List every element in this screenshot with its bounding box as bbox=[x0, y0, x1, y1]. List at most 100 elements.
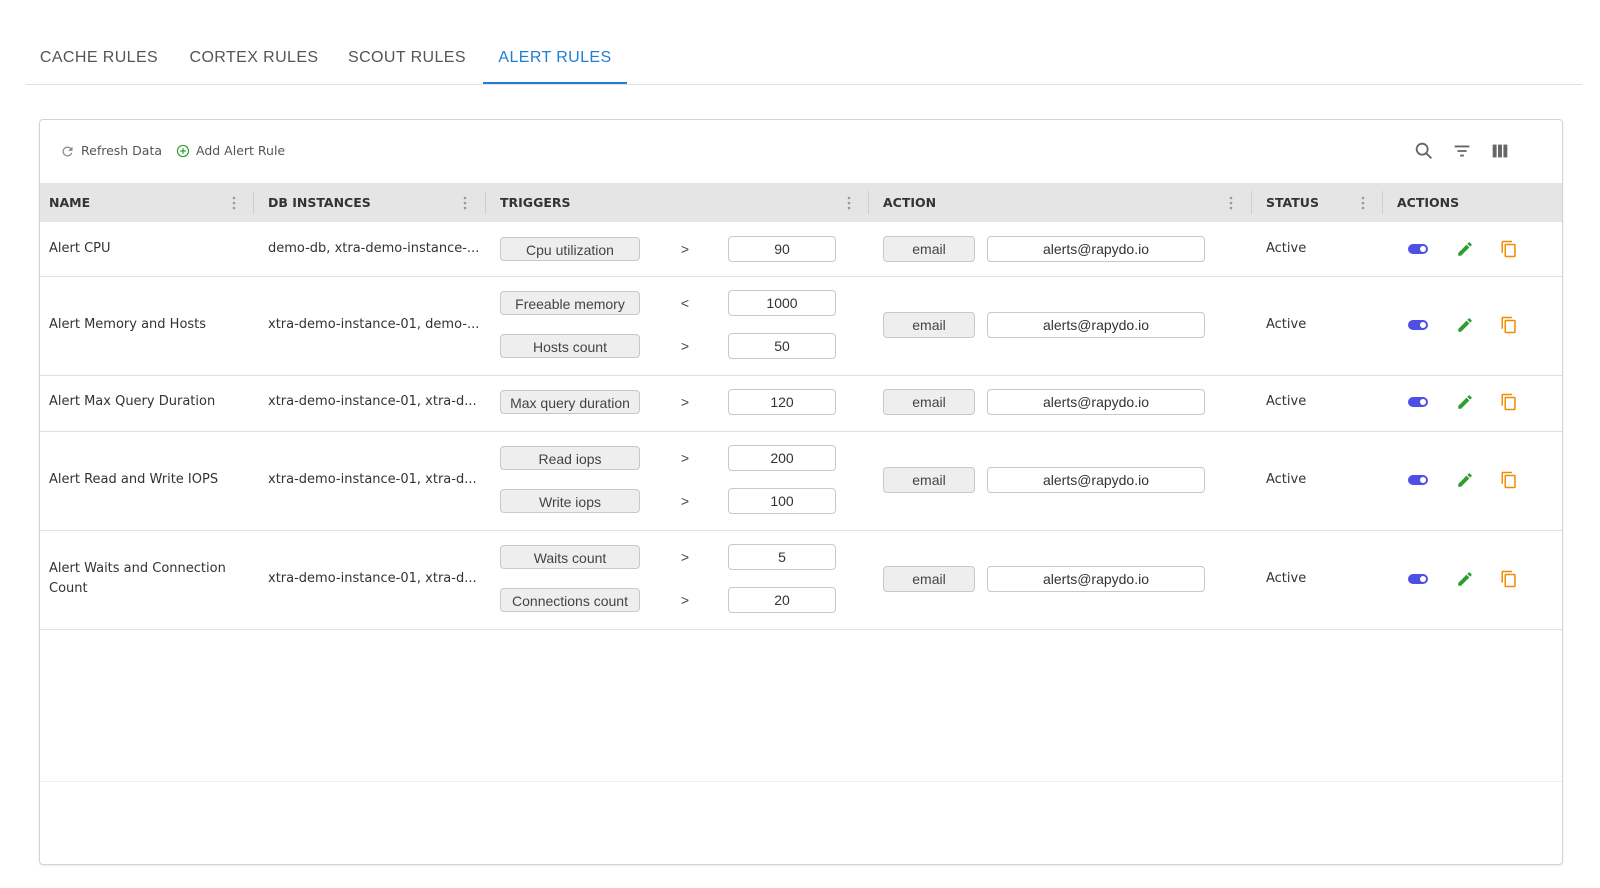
toggle-switch[interactable] bbox=[1408, 244, 1428, 254]
db-instances: xtra-demo-instance-01, xtra-d... bbox=[268, 472, 477, 487]
action-target: alerts@rapydo.io bbox=[987, 236, 1205, 262]
copy-icon[interactable] bbox=[1500, 240, 1518, 258]
column-header-db-instances[interactable]: DB INSTANCES bbox=[268, 183, 371, 222]
trigger-threshold: 20 bbox=[728, 587, 836, 613]
edit-icon[interactable] bbox=[1456, 316, 1474, 334]
column-menu-icon[interactable] bbox=[844, 195, 854, 211]
table-header: NAME DB INSTANCES TRIGGERS ACTION STATUS… bbox=[40, 183, 1562, 222]
column-menu-icon[interactable] bbox=[1358, 195, 1368, 211]
trigger-operator: > bbox=[680, 338, 690, 354]
trigger-operator: > bbox=[680, 592, 690, 608]
action-type-chip: email bbox=[883, 467, 975, 493]
rule-name: Alert Waits and Connection Count bbox=[49, 561, 226, 596]
edit-icon[interactable] bbox=[1456, 393, 1474, 411]
toggle-switch[interactable] bbox=[1408, 320, 1428, 330]
trigger-operator: > bbox=[680, 241, 690, 257]
trigger-operator: > bbox=[680, 450, 690, 466]
table-row[interactable]: Alert Max Query Duration xtra-demo-insta… bbox=[40, 376, 1562, 432]
toggle-switch[interactable] bbox=[1408, 475, 1428, 485]
column-menu-icon[interactable] bbox=[229, 195, 239, 211]
tab-scout-rules[interactable]: SCOUT RULES bbox=[341, 30, 473, 83]
table-row[interactable]: Alert CPU demo-db, xtra-demo-instance-..… bbox=[40, 222, 1562, 277]
trigger-operator: > bbox=[680, 549, 690, 565]
trigger-threshold: 200 bbox=[728, 445, 836, 471]
edit-icon[interactable] bbox=[1456, 570, 1474, 588]
status-text: Active bbox=[1266, 571, 1307, 586]
table-row[interactable]: Alert Read and Write IOPS xtra-demo-inst… bbox=[40, 432, 1562, 531]
trigger-threshold: 1000 bbox=[728, 290, 836, 316]
trigger-metric-chip: Hosts count bbox=[500, 334, 640, 358]
action-target: alerts@rapydo.io bbox=[987, 467, 1205, 493]
action-type-chip: email bbox=[883, 566, 975, 592]
db-instances: xtra-demo-instance-01, demo-... bbox=[268, 317, 480, 332]
column-header-status[interactable]: STATUS bbox=[1266, 183, 1319, 222]
column-header-name[interactable]: NAME bbox=[49, 183, 90, 222]
column-header-triggers[interactable]: TRIGGERS bbox=[500, 183, 571, 222]
filter-icon[interactable] bbox=[1451, 140, 1473, 162]
trigger-metric-chip: Connections count bbox=[500, 588, 640, 612]
column-divider[interactable] bbox=[1251, 191, 1252, 214]
refresh-icon bbox=[62, 145, 73, 156]
copy-icon[interactable] bbox=[1500, 316, 1518, 334]
copy-icon[interactable] bbox=[1500, 393, 1518, 411]
rule-name: Alert Max Query Duration bbox=[49, 394, 216, 409]
trigger-metric-chip: Read iops bbox=[500, 446, 640, 470]
alert-rules-table-card: Refresh Data Add Alert Rule NAME DB INST… bbox=[39, 119, 1563, 865]
copy-icon[interactable] bbox=[1500, 471, 1518, 489]
column-divider[interactable] bbox=[253, 191, 254, 214]
action-type-chip: email bbox=[883, 236, 975, 262]
column-menu-icon[interactable] bbox=[460, 195, 470, 211]
toggle-switch[interactable] bbox=[1408, 397, 1428, 407]
rule-name: Alert CPU bbox=[49, 241, 111, 256]
column-divider[interactable] bbox=[868, 191, 869, 214]
table-row[interactable]: Alert Waits and Connection Count xtra-de… bbox=[40, 531, 1562, 630]
table-row[interactable]: Alert Memory and Hosts xtra-demo-instanc… bbox=[40, 277, 1562, 376]
trigger-threshold: 50 bbox=[728, 333, 836, 359]
action-target: alerts@rapydo.io bbox=[987, 389, 1205, 415]
search-icon[interactable] bbox=[1413, 140, 1435, 162]
trigger-threshold: 90 bbox=[728, 236, 836, 262]
refresh-data-button[interactable]: Refresh Data bbox=[60, 142, 162, 160]
tab-cache-rules[interactable]: CACHE RULES bbox=[26, 30, 172, 83]
db-instances: xtra-demo-instance-01, xtra-d... bbox=[268, 571, 477, 586]
add-alert-rule-label: Add Alert Rule bbox=[196, 143, 286, 158]
status-text: Active bbox=[1266, 241, 1307, 256]
refresh-data-label: Refresh Data bbox=[81, 143, 163, 158]
trigger-metric-chip: Write iops bbox=[500, 489, 640, 513]
db-instances: xtra-demo-instance-01, xtra-d... bbox=[268, 394, 477, 409]
rule-name: Alert Memory and Hosts bbox=[49, 317, 207, 332]
rules-tabs: CACHE RULES CORTEX RULES SCOUT RULES ALE… bbox=[26, 30, 1582, 85]
column-divider[interactable] bbox=[485, 191, 486, 214]
action-target: alerts@rapydo.io bbox=[987, 566, 1205, 592]
column-menu-icon[interactable] bbox=[1226, 195, 1236, 211]
trigger-threshold: 5 bbox=[728, 544, 836, 570]
status-text: Active bbox=[1266, 317, 1307, 332]
copy-icon[interactable] bbox=[1500, 570, 1518, 588]
rule-name: Alert Read and Write IOPS bbox=[49, 472, 219, 487]
action-type-chip: email bbox=[883, 389, 975, 415]
trigger-operator: > bbox=[680, 394, 690, 410]
trigger-threshold: 120 bbox=[728, 389, 836, 415]
trigger-operator: > bbox=[680, 493, 690, 509]
status-text: Active bbox=[1266, 394, 1307, 409]
toggle-switch[interactable] bbox=[1408, 574, 1428, 584]
table-footer-divider bbox=[40, 781, 1562, 782]
edit-icon[interactable] bbox=[1456, 240, 1474, 258]
column-header-action[interactable]: ACTION bbox=[883, 183, 936, 222]
add-circle-icon bbox=[176, 144, 190, 158]
trigger-metric-chip: Cpu utilization bbox=[500, 237, 640, 261]
column-divider[interactable] bbox=[1382, 191, 1383, 214]
edit-icon[interactable] bbox=[1456, 471, 1474, 489]
tab-alert-rules[interactable]: ALERT RULES bbox=[483, 30, 627, 84]
action-target: alerts@rapydo.io bbox=[987, 312, 1205, 338]
trigger-metric-chip: Max query duration bbox=[500, 390, 640, 414]
trigger-metric-chip: Waits count bbox=[500, 545, 640, 569]
trigger-metric-chip: Freeable memory bbox=[500, 291, 640, 315]
tab-cortex-rules[interactable]: CORTEX RULES bbox=[183, 30, 325, 83]
table-toolbar: Refresh Data Add Alert Rule bbox=[40, 120, 1562, 183]
trigger-threshold: 100 bbox=[728, 488, 836, 514]
columns-icon[interactable] bbox=[1489, 140, 1511, 162]
trigger-operator: < bbox=[680, 295, 690, 311]
add-alert-rule-button[interactable]: Add Alert Rule bbox=[176, 142, 285, 160]
status-text: Active bbox=[1266, 472, 1307, 487]
